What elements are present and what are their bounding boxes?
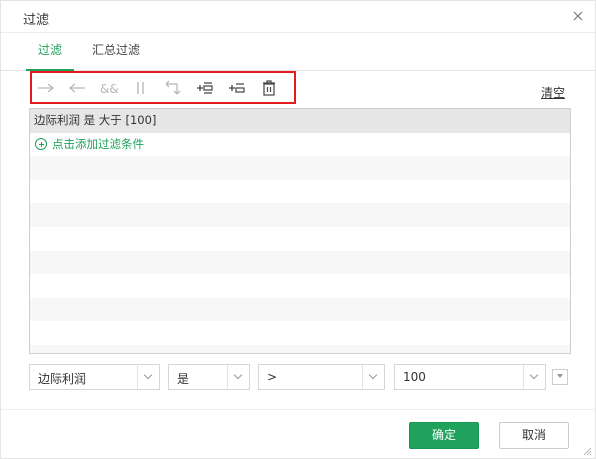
condition-text: 边际利润 是 大于 [100] [34,113,157,127]
tab-summary-filter[interactable]: 汇总过滤 [92,41,140,70]
tab-filter[interactable]: 过滤 [25,41,75,71]
chevron-down-icon[interactable] [362,365,384,389]
add-condition-row[interactable]: 点击添加过滤条件 [30,133,570,157]
field-select[interactable]: 边际利润 [29,364,160,390]
operator-select[interactable]: > [258,364,385,390]
add-condition-label: 点击添加过滤条件 [52,136,144,151]
filter-dialog: 过滤 过滤 汇总过滤 && 清空 边际利润 是 大于 [100] 点击添加过滤条… [0,0,596,459]
close-icon[interactable] [571,9,585,23]
value-options-dropdown-icon[interactable] [552,369,568,385]
condition-row[interactable]: 边际利润 是 大于 [100] [30,109,570,133]
list-row [30,297,570,322]
operator-select-value: > [267,370,278,384]
list-row [30,156,570,180]
list-row [30,227,570,251]
swap-icon[interactable] [163,79,183,97]
list-row [30,180,570,204]
value-input-value: 100 [403,370,426,384]
chevron-down-icon[interactable] [137,365,159,389]
delete-icon[interactable] [259,79,279,97]
list-row [30,321,570,345]
list-row [30,274,570,298]
value-input[interactable]: 100 [394,364,546,390]
and-icon[interactable]: && [98,79,118,97]
clear-link[interactable]: 清空 [541,84,565,101]
chevron-down-icon[interactable] [227,365,249,389]
chevron-down-icon[interactable] [523,365,545,389]
insert-before-icon[interactable] [195,79,215,97]
add-circle-icon [35,138,47,151]
list-row [30,250,570,275]
dialog-title: 过滤 [23,13,50,28]
insert-after-icon[interactable] [227,79,247,97]
resize-grip-icon[interactable] [582,445,592,456]
field-select-value: 边际利润 [38,372,87,386]
filter-toolbar: && [30,71,296,104]
svg-text:&&: && [100,82,118,96]
tab-bar: 过滤 汇总过滤 [1,33,595,71]
cancel-button[interactable]: 取消 [499,422,569,449]
ok-button[interactable]: 确定 [409,422,479,449]
dialog-footer: 确定 取消 [1,409,595,458]
arrow-left-icon[interactable] [67,79,87,97]
list-row [30,344,570,353]
filter-condition-list[interactable]: 边际利润 是 大于 [100] 点击添加过滤条件 [29,108,571,354]
arrow-right-icon[interactable] [36,79,56,97]
or-icon[interactable] [131,79,151,97]
negation-select-value: 是 [177,372,190,386]
list-row [30,203,570,227]
negation-select[interactable]: 是 [168,364,250,390]
dialog-titlebar: 过滤 [1,1,595,33]
